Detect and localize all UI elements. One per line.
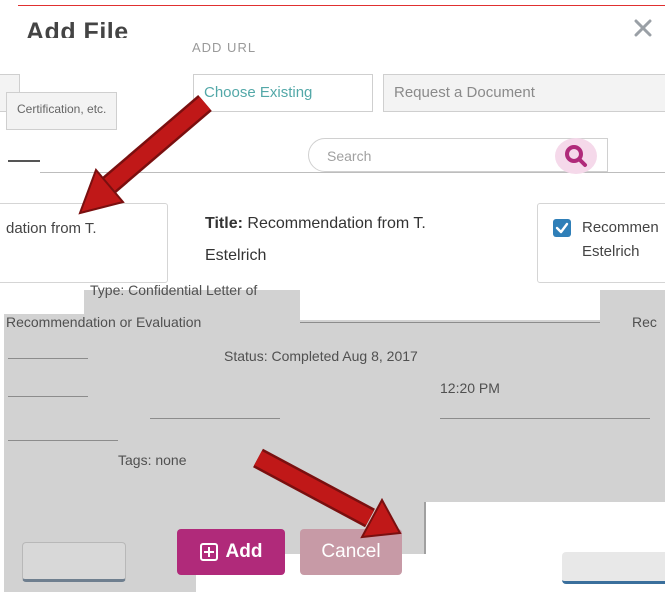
search-icon [565,145,587,167]
title-value: Recommendation from T. [247,215,426,232]
tab-request-document[interactable]: Request a Document [383,74,665,112]
time-text: 12:20 PM [440,380,500,396]
file-card-left-title: dation from T. [6,220,97,237]
tab-choose-existing[interactable]: Choose Existing [193,74,373,112]
file-card-left[interactable] [0,203,168,283]
search-button[interactable] [555,138,597,174]
status-text: Status: Completed Aug 8, 2017 [224,348,418,364]
type-text: Type: Confidential Letter of [90,282,258,298]
ghost-button-left[interactable] [22,542,126,582]
separator [8,396,88,397]
file-card-middle[interactable]: Title: Recommendation from T. Estelrich [205,208,505,272]
tab-partial-label: Certification, etc. [6,92,118,130]
section-rule [8,160,40,162]
separator [150,418,280,419]
title-label: Title: [205,215,243,232]
separator [300,322,600,323]
separator [440,418,650,419]
tags-text: Tags: none [118,452,187,468]
file-card-right-title-line2: Estelrich [582,243,640,260]
check-icon [555,222,569,234]
panel-cut [4,290,84,314]
add-button-label: Add [225,541,263,562]
select-checkbox[interactable] [553,219,571,237]
plus-square-icon [199,543,218,561]
add-button[interactable]: Add [177,529,285,575]
panel-cut [300,290,600,320]
title-value-line2: Estelrich [205,247,267,264]
separator [8,440,118,441]
cancel-button[interactable]: Cancel [300,529,402,575]
title-mask [4,38,654,72]
file-card-right-title: Recommen [582,219,659,236]
close-icon[interactable] [631,16,655,40]
modal-border [18,5,665,6]
add-file-modal: Add File ADD URL Certification, etc. Cho… [0,0,665,592]
recommendation-text: Recommendation or Evaluation [6,314,202,330]
ghost-button-right[interactable] [562,552,665,584]
recommendation-right-text: Rec [632,314,657,330]
title-noise: ADD URL [192,40,257,55]
separator [8,358,88,359]
